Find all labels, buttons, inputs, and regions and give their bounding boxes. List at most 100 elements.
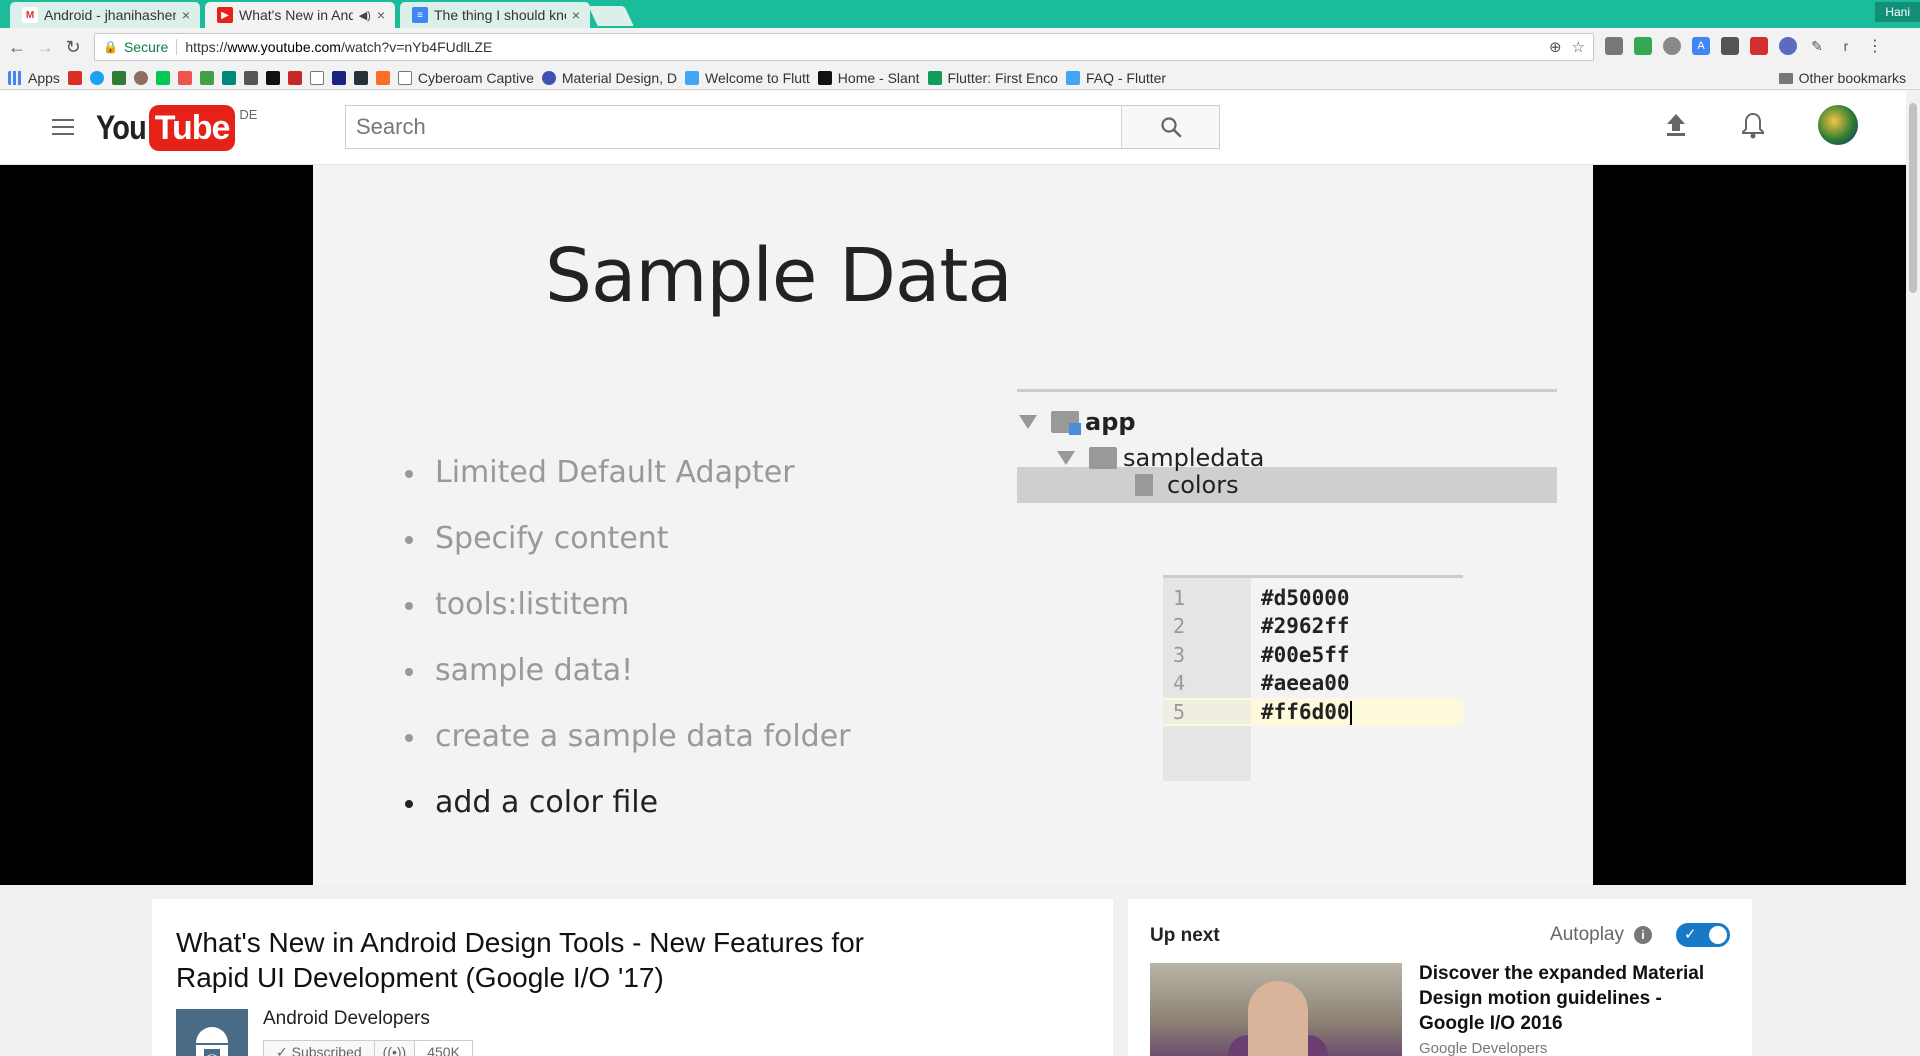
browser-tab-strip: M Android - jhanihashemi@gmail.com × ▶ W…	[0, 0, 1920, 28]
bookmark-label: Cyberoam Captive	[417, 69, 534, 86]
url-text[interactable]: https://www.youtube.com/watch?v=nYb4FUdl…	[185, 39, 492, 55]
tree-label: app	[1085, 408, 1136, 436]
play-store-icon[interactable]	[155, 70, 170, 85]
search-button[interactable]	[1121, 106, 1219, 148]
browser-tab-youtube[interactable]: ▶ What's New in Android Design Tools ◀) …	[205, 2, 395, 28]
gitlab-icon[interactable]	[375, 70, 390, 85]
new-tab-button[interactable]	[588, 6, 634, 26]
back-arrow-icon[interactable]: ←	[6, 36, 28, 58]
extension-icon[interactable]	[1663, 37, 1681, 55]
extension-icon[interactable]	[1750, 37, 1768, 55]
cnn-icon[interactable]	[287, 70, 302, 85]
slide-bullet: tools:listitem	[405, 587, 851, 653]
extension-icon[interactable]	[1605, 37, 1623, 55]
audio-playing-icon[interactable]: ◀)	[359, 9, 371, 22]
slide-bullet: create a sample data folder	[405, 719, 851, 785]
menu-icon[interactable]	[52, 119, 74, 135]
module-folder-icon	[1051, 411, 1081, 435]
gmail-icon[interactable]	[67, 70, 82, 85]
browser-tab-gmail[interactable]: M Android - jhanihashemi@gmail.com ×	[10, 2, 200, 28]
page-scrollbar[interactable]	[1906, 91, 1920, 1056]
bookmark-label: Apps	[28, 69, 60, 86]
apps-grid-icon	[8, 70, 22, 85]
avatar[interactable]	[1818, 105, 1858, 145]
forward-arrow-icon[interactable]: →	[34, 36, 56, 58]
bookmark-icon[interactable]	[243, 70, 258, 85]
translate-icon[interactable]: A	[1692, 37, 1710, 55]
extension-icon[interactable]: r	[1837, 37, 1855, 55]
region-code: DE	[239, 107, 258, 122]
notification-settings-icon[interactable]: ((•))	[374, 1040, 416, 1056]
notifications-bell-icon[interactable]	[1740, 111, 1766, 139]
zoom-icon[interactable]: ⊕	[1549, 38, 1562, 56]
bookmark-item[interactable]: Cyberoam Captive	[397, 69, 534, 86]
bookmark-item[interactable]: FAQ - Flutter	[1065, 70, 1166, 86]
extension-icon[interactable]	[1779, 37, 1797, 55]
twitter-icon[interactable]	[89, 70, 104, 85]
scrollbar-thumb[interactable]	[1909, 103, 1917, 293]
address-bar[interactable]: 🔒 Secure https://www.youtube.com/watch?v…	[94, 33, 1594, 61]
page-icon[interactable]	[309, 70, 324, 85]
reload-icon[interactable]: ↻	[62, 36, 84, 58]
code-line: 4 #aeea00	[1163, 669, 1463, 697]
code-line-current: 5 #ff6d00	[1163, 698, 1463, 726]
profile-button[interactable]: Hani	[1875, 2, 1920, 22]
tree-label: colors	[1167, 471, 1239, 499]
slide-bullet-list: Limited Default Adapter Specify content …	[405, 455, 851, 851]
line-number: 1	[1173, 586, 1186, 610]
bookmark-item[interactable]: Material Design, D	[541, 70, 677, 86]
close-icon[interactable]: ×	[377, 7, 385, 23]
video-info-panel: What's New in Android Design Tools - New…	[152, 899, 1113, 1056]
autoplay-toggle[interactable]: ✓	[1676, 923, 1730, 947]
channel-name[interactable]: Android Developers	[263, 1008, 430, 1030]
expand-triangle-icon	[1057, 451, 1075, 465]
close-icon[interactable]: ×	[182, 7, 190, 23]
search-box	[345, 105, 1220, 149]
bookmark-icon[interactable]	[265, 70, 280, 85]
youtube-logo[interactable]: You Tube DE	[96, 105, 257, 151]
bookmark-icon[interactable]	[221, 70, 236, 85]
slide-title: Sample Data	[545, 233, 1013, 319]
menu-dots-icon[interactable]: ⋮	[1866, 37, 1884, 55]
channel-avatar[interactable]: <>	[176, 1009, 248, 1056]
bookmark-icon[interactable]	[331, 70, 346, 85]
flutter-icon	[1065, 70, 1080, 85]
upload-icon[interactable]	[1664, 112, 1688, 138]
browser-tab-docs[interactable]: ≡ The thing I should know ×	[400, 2, 590, 28]
up-next-thumbnail[interactable]	[1150, 963, 1402, 1056]
url-scheme: https://	[185, 39, 228, 55]
bookmark-icon[interactable]	[111, 70, 126, 85]
line-number: 2	[1173, 614, 1186, 638]
bookmark-icon[interactable]	[133, 70, 148, 85]
pocket-icon[interactable]	[1721, 37, 1739, 55]
video-player[interactable]: Sample Data Limited Default Adapter Spec…	[0, 165, 1906, 885]
eyedropper-icon[interactable]: ✎	[1808, 37, 1826, 55]
folder-icon	[1089, 447, 1117, 469]
browser-toolbar: ← → ↻ 🔒 Secure https://www.youtube.com/w…	[0, 28, 1920, 66]
logo-you-text: You	[96, 109, 147, 147]
info-icon[interactable]: i	[1634, 926, 1652, 944]
search-icon	[1160, 117, 1181, 138]
bookmark-label: Other bookmarks	[1798, 70, 1906, 86]
secure-label: Secure	[123, 39, 169, 55]
other-bookmarks[interactable]: Other bookmarks	[1778, 70, 1906, 86]
search-input[interactable]	[346, 106, 1121, 148]
up-next-video-title[interactable]: Discover the expanded Material Design mo…	[1419, 961, 1729, 1036]
extension-icon[interactable]	[1634, 37, 1652, 55]
close-icon[interactable]: ×	[572, 7, 580, 23]
gmail-icon: M	[22, 7, 38, 23]
bookmark-icon[interactable]	[353, 70, 368, 85]
bookmark-item[interactable]: Home - Slant	[817, 70, 920, 86]
pocket-icon[interactable]	[177, 70, 192, 85]
subscribed-button[interactable]: ✓ Subscribed	[263, 1040, 375, 1056]
bookmark-apps[interactable]: Apps	[8, 70, 60, 86]
youtube-icon: ▶	[217, 7, 233, 23]
bookmark-icon[interactable]	[199, 70, 214, 85]
toggle-knob	[1709, 926, 1727, 944]
file-icon	[1135, 474, 1153, 496]
bookmark-item[interactable]: Flutter: First Enco	[927, 70, 1058, 86]
bookmark-item[interactable]: Welcome to Flutt	[685, 70, 810, 86]
video-frame: Sample Data Limited Default Adapter Spec…	[313, 165, 1593, 885]
tab-title: What's New in Android Design Tools	[239, 7, 353, 23]
bookmark-star-icon[interactable]: ☆	[1572, 38, 1585, 56]
